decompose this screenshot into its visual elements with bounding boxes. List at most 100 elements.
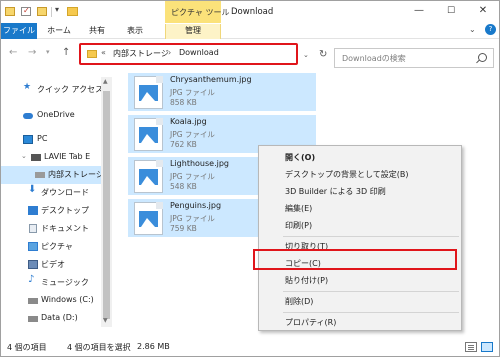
sidebar-item-internal-storage[interactable]: 内部ストレージ xyxy=(1,166,104,184)
menu-item-properties[interactable]: プロパティ(R) xyxy=(259,314,461,331)
sidebar-item-label: ダウンロード xyxy=(41,188,89,197)
sidebar-scroll-thumb[interactable] xyxy=(103,91,110,319)
file-name: Lighthouse.jpg xyxy=(170,159,230,168)
menu-item-open[interactable]: 開く(O) xyxy=(259,149,461,166)
desktop-icon xyxy=(28,206,38,215)
sidebar-item-windows-drive[interactable]: Windows (C:) xyxy=(1,292,101,310)
pc-icon xyxy=(23,135,33,144)
forward-button[interactable]: → xyxy=(28,47,36,58)
address-folder-icon xyxy=(87,50,97,58)
title-bar: ▾ ピクチャ ツール Download — ☐ ✕ xyxy=(1,1,499,23)
sidebar-item-label: クイック アクセス xyxy=(37,85,104,94)
chevron-down-icon[interactable]: ⌄ xyxy=(21,152,27,160)
menu-item-delete[interactable]: 削除(D) xyxy=(259,293,461,310)
image-file-icon xyxy=(134,202,163,235)
menu-item-edit[interactable]: 編集(E) xyxy=(259,200,461,217)
file-name: Penguins.jpg xyxy=(170,201,222,210)
status-bar: 4 個の項目 4 個の項目を選択 2.86 MB xyxy=(1,338,499,356)
menu-item-3d-print[interactable]: 3D Builder による 3D 印刷 xyxy=(259,183,461,200)
download-icon: ⬇ xyxy=(28,184,37,195)
breadcrumb-internal-storage[interactable]: 内部ストレージ xyxy=(113,48,169,59)
breadcrumb-download[interactable]: Download xyxy=(179,48,219,57)
large-icons-view-icon[interactable] xyxy=(481,342,493,352)
drive-icon xyxy=(35,172,45,178)
file-item[interactable]: Chrysanthemum.jpg JPG ファイル 858 KB xyxy=(128,73,316,111)
address-history-icon[interactable]: ⌄ xyxy=(303,51,309,59)
item-count: 4 個の項目 xyxy=(7,343,47,352)
sidebar-item-label: ミュージック xyxy=(41,278,89,287)
copy-highlight-frame xyxy=(253,249,457,270)
breadcrumb-separator[interactable]: › xyxy=(168,48,171,57)
search-placeholder: Downloadの検索 xyxy=(342,54,406,63)
search-input[interactable]: Downloadの検索 xyxy=(334,48,494,68)
refresh-icon[interactable]: ↻ xyxy=(319,49,327,60)
document-icon xyxy=(29,224,37,233)
sidebar-item-documents[interactable]: ドキュメント xyxy=(1,220,101,238)
search-icon xyxy=(478,53,487,62)
file-size: 858 KB xyxy=(170,98,197,107)
sidebar-item-label: ドキュメント xyxy=(41,224,89,233)
maximize-button[interactable]: ☐ xyxy=(437,1,465,23)
sidebar-item-label: Windows (C:) xyxy=(41,295,94,304)
sidebar-item-downloads[interactable]: ⬇ ダウンロード xyxy=(1,184,101,202)
up-button[interactable]: ↑ xyxy=(62,47,70,58)
menu-item-paste[interactable]: 貼り付け(P) xyxy=(259,272,461,289)
sidebar-item-label: ピクチャ xyxy=(41,242,73,251)
picture-tools-label: ピクチャ ツール xyxy=(171,8,230,17)
picture-tools-header: ピクチャ ツール xyxy=(165,1,229,23)
sidebar-item-onedrive[interactable]: OneDrive xyxy=(1,107,101,125)
address-overflow-chevron[interactable]: « xyxy=(101,48,106,57)
back-button[interactable]: ← xyxy=(9,47,17,58)
menu-item-label: 編集(E) xyxy=(285,204,313,213)
sidebar-item-music[interactable]: ♪ ミュージック xyxy=(1,274,101,292)
expand-ribbon-icon[interactable]: ⌄ xyxy=(469,25,476,34)
file-size: 548 KB xyxy=(170,182,197,191)
menu-item-label: 3D Builder による 3D 印刷 xyxy=(285,187,386,196)
tab-file[interactable]: ファイル xyxy=(1,23,37,39)
sidebar-item-pc[interactable]: PC xyxy=(1,131,101,149)
close-button[interactable]: ✕ xyxy=(469,1,497,23)
tab-share[interactable]: 共有 xyxy=(85,24,109,39)
scroll-up-icon[interactable]: ▲ xyxy=(103,78,108,85)
menu-item-label: 開く(O) xyxy=(285,153,316,162)
file-type: JPG ファイル xyxy=(170,172,215,181)
window-title: Download xyxy=(231,7,274,17)
sidebar-item-quick-access[interactable]: ★ クイック アクセス xyxy=(1,81,104,99)
recent-locations-icon[interactable]: ▾ xyxy=(46,48,50,56)
help-icon[interactable]: ? xyxy=(485,24,496,35)
tab-home[interactable]: ホーム xyxy=(47,24,71,39)
tab-view[interactable]: 表示 xyxy=(123,24,147,39)
new-folder-icon[interactable] xyxy=(37,7,47,16)
scroll-down-icon[interactable]: ▼ xyxy=(103,317,108,324)
address-bar[interactable]: « 内部ストレージ › Download xyxy=(79,43,298,65)
tab-manage[interactable]: 管理 xyxy=(165,24,221,39)
sidebar-item-pictures[interactable]: ピクチャ xyxy=(1,238,101,256)
quick-access-divider xyxy=(51,7,52,17)
sidebar-item-desktop[interactable]: デスクトップ xyxy=(1,202,101,220)
navigation-pane: ★ クイック アクセス OneDrive PC ⌄ LAVIE Tab E 内部… xyxy=(1,77,104,328)
customize-toolbar-icon[interactable]: ▾ xyxy=(55,5,59,14)
file-type: JPG ファイル xyxy=(170,88,215,97)
details-view-icon[interactable] xyxy=(465,342,477,352)
sidebar-item-videos[interactable]: ビデオ xyxy=(1,256,101,274)
sidebar-scrollbar[interactable]: ▲ ▼ xyxy=(101,77,112,327)
menu-item-print[interactable]: 印刷(P) xyxy=(259,217,461,234)
folder-icon xyxy=(67,7,78,16)
sidebar-item-label: 内部ストレージ xyxy=(48,170,104,179)
sidebar-item-lavie-tab[interactable]: ⌄ LAVIE Tab E xyxy=(1,149,101,167)
properties-check-icon[interactable] xyxy=(21,6,31,16)
sidebar-item-data-drive[interactable]: Data (D:) xyxy=(1,310,101,328)
video-icon xyxy=(28,260,38,269)
menu-item-set-background[interactable]: デスクトップの背景として設定(B) xyxy=(259,166,461,183)
file-name: Chrysanthemum.jpg xyxy=(170,75,252,84)
sidebar-item-label: ビデオ xyxy=(41,260,65,269)
data-drive-icon xyxy=(28,316,38,322)
sidebar-item-label: OneDrive xyxy=(37,110,75,119)
pictures-icon xyxy=(28,242,38,251)
file-type: JPG ファイル xyxy=(170,130,215,139)
menu-item-label: 削除(D) xyxy=(285,297,314,306)
folder-properties-icon[interactable] xyxy=(5,7,15,16)
sidebar-item-label: Data (D:) xyxy=(41,313,78,322)
file-type: JPG ファイル xyxy=(170,214,215,223)
minimize-button[interactable]: — xyxy=(405,1,433,23)
